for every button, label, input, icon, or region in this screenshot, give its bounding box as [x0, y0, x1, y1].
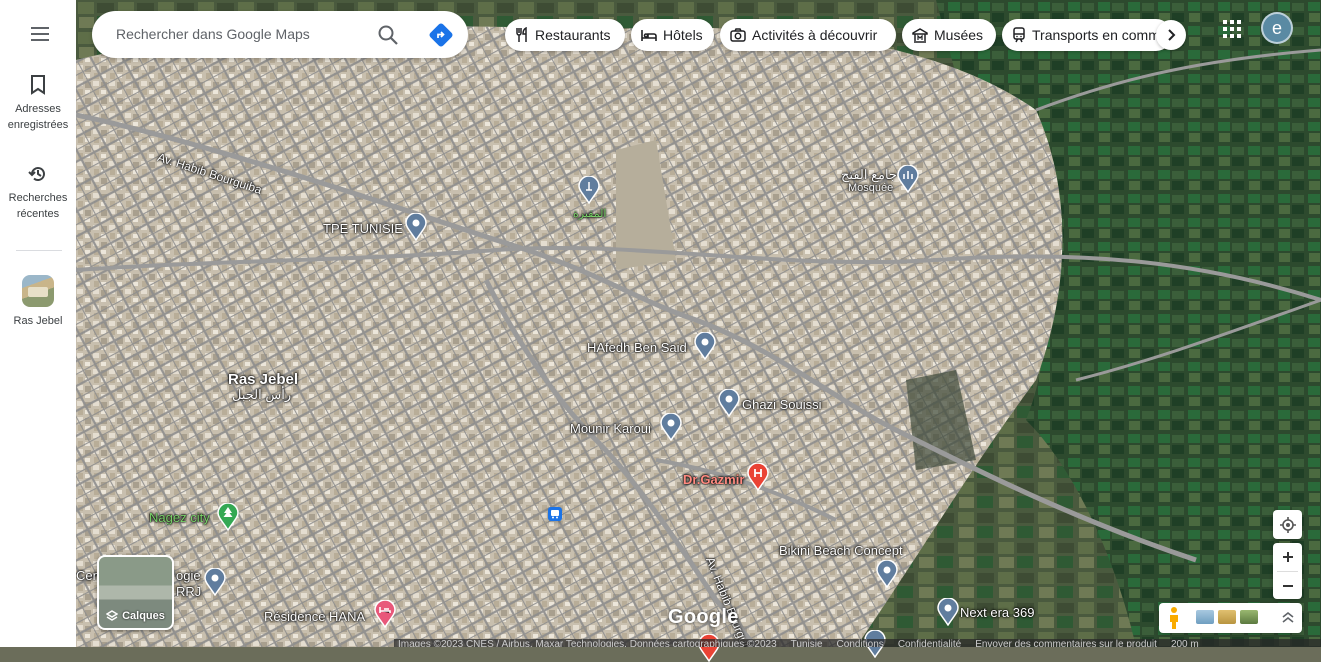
hospital-pin-icon[interactable] [747, 463, 769, 491]
zoom-out-button[interactable] [1273, 572, 1302, 600]
train-icon [1013, 27, 1025, 43]
side-rail: Adresses enregistrées Recherches récente… [0, 0, 76, 647]
park-pin-icon[interactable] [217, 503, 239, 531]
camera-icon [730, 28, 746, 42]
saved-places-label: Adresses enregistrées [7, 103, 69, 131]
cemetery-pin-icon[interactable] [578, 176, 600, 204]
directions-icon [429, 23, 453, 47]
place-label-mounir-karoui[interactable]: Mounir Karoui [570, 421, 651, 436]
chip-museums[interactable]: Musées [902, 19, 996, 51]
chips-next-button[interactable] [1156, 20, 1186, 50]
place-pin-icon[interactable] [204, 568, 226, 596]
place-label-next-era-369[interactable]: Next era 369 [960, 605, 1034, 620]
chip-restaurants[interactable]: Restaurants [505, 19, 625, 51]
chip-label: Restaurants [535, 27, 611, 43]
plus-icon [1282, 552, 1293, 562]
hotel-pin-icon[interactable] [374, 600, 396, 628]
chip-transit[interactable]: Transports en commun [1002, 19, 1172, 51]
hamburger-icon [31, 27, 49, 41]
imagery-credit: Images ©2023 CNES / Airbus, Maxar Techno… [398, 639, 777, 647]
place-label-dr-gazmir[interactable]: Dr.Gazmir [683, 472, 744, 487]
map-type-thumbnail-2[interactable] [1218, 610, 1236, 624]
locate-icon [1279, 516, 1296, 533]
fork-knife-icon [516, 27, 527, 42]
rail-divider [16, 250, 62, 251]
google-apps-button[interactable] [1219, 16, 1245, 42]
place-label-tpe-tunisie[interactable]: TPE TUNISIE [323, 221, 403, 236]
menu-button[interactable] [22, 19, 58, 49]
chip-label: Transports en commun [1032, 27, 1172, 43]
pegman-icon[interactable] [1165, 606, 1183, 630]
search-input[interactable] [116, 23, 366, 45]
layers-caption: Calques [99, 610, 172, 622]
place-label-mosque[interactable]: Mosquée [848, 182, 893, 194]
museum-icon [912, 27, 928, 43]
my-location-button[interactable] [1273, 510, 1302, 539]
town-label-ras-jebel[interactable]: Ras Jebel [228, 371, 298, 388]
recent-place-ras-jebel[interactable]: Ras Jebel [0, 275, 76, 329]
place-label-hafedh-ben-said[interactable]: HAfedh Ben Said [587, 340, 687, 355]
recent-place-label: Ras Jebel [13, 315, 63, 327]
zoom-control [1273, 543, 1302, 599]
bed-icon [641, 30, 657, 41]
chip-label: Activités à découvrir [752, 27, 878, 43]
place-label-mosque-ar[interactable]: جامع الفتح [841, 167, 897, 183]
mosque-pin-icon[interactable] [897, 165, 919, 193]
place-pin-icon[interactable] [694, 332, 716, 360]
place-pin-icon[interactable] [718, 389, 740, 417]
minus-icon [1282, 585, 1293, 587]
search-box [92, 11, 468, 58]
place-label-ghazi-souissi[interactable]: Ghazi Souissi [742, 397, 821, 412]
place-thumbnail [22, 275, 54, 307]
directions-button[interactable] [428, 22, 454, 48]
place-label-bikini-beach[interactable]: Bikini Beach Concept [779, 543, 903, 558]
search-icon [378, 25, 398, 45]
chip-label: Musées [934, 27, 984, 43]
chevron-right-icon [1168, 29, 1176, 41]
history-icon [28, 167, 45, 182]
apps-grid-icon [1223, 20, 1241, 38]
recent-searches-button[interactable]: Recherches récentes [0, 164, 76, 222]
place-pin-icon[interactable] [876, 560, 898, 588]
town-label-ras-jebel-ar: رأس الجبل [232, 387, 292, 402]
layers-label: Calques [122, 610, 165, 622]
place-label-residence-hana[interactable]: Résidence HANA [264, 609, 365, 624]
recent-searches-label: Recherches récentes [8, 192, 68, 220]
chevron-up-icon[interactable] [1280, 610, 1296, 626]
place-label-nagez-city[interactable]: Nagez city [149, 510, 210, 525]
place-pin-icon[interactable] [405, 213, 427, 241]
map-type-thumbnail-1[interactable] [1196, 610, 1214, 624]
map-imagery [76, 0, 1321, 647]
place-pin-icon[interactable] [937, 598, 959, 626]
satellite-map[interactable]: Av. Habib Bourguiba Av. Habib Bourguiba [76, 0, 1321, 647]
chip-hotels[interactable]: Hôtels [631, 19, 714, 51]
chip-activities[interactable]: Activités à découvrir [720, 19, 896, 51]
place-label-cemetery[interactable]: المقبرة [573, 207, 606, 220]
bus-stop-icon[interactable] [548, 507, 562, 521]
saved-places-button[interactable]: Adresses enregistrées [0, 75, 76, 133]
bookmark-icon [31, 75, 45, 95]
chip-label: Hôtels [663, 27, 703, 43]
map-type-thumbnail-3[interactable] [1240, 610, 1258, 624]
scale-label[interactable]: 200 m [1171, 639, 1199, 647]
layers-button[interactable]: Calques [97, 555, 174, 630]
place-label-centre-partial-3[interactable]: RRJ [176, 584, 201, 599]
country-link[interactable]: Tunisie [791, 639, 823, 647]
street-view-bar [1159, 603, 1302, 633]
terms-link[interactable]: Conditions [837, 639, 884, 647]
attribution-bar: Images ©2023 CNES / Airbus, Maxar Techno… [394, 639, 1321, 647]
layers-icon [106, 610, 119, 621]
google-logo: Google [668, 606, 739, 628]
search-button[interactable] [375, 22, 401, 48]
place-label-centre-partial-2[interactable]: ogie [176, 568, 201, 583]
account-avatar[interactable]: e [1261, 12, 1293, 44]
zoom-in-button[interactable] [1273, 543, 1302, 571]
feedback-link[interactable]: Envoyer des commentaires sur le produit [975, 639, 1157, 647]
place-pin-icon[interactable] [660, 413, 682, 441]
privacy-link[interactable]: Confidentialité [898, 639, 961, 647]
